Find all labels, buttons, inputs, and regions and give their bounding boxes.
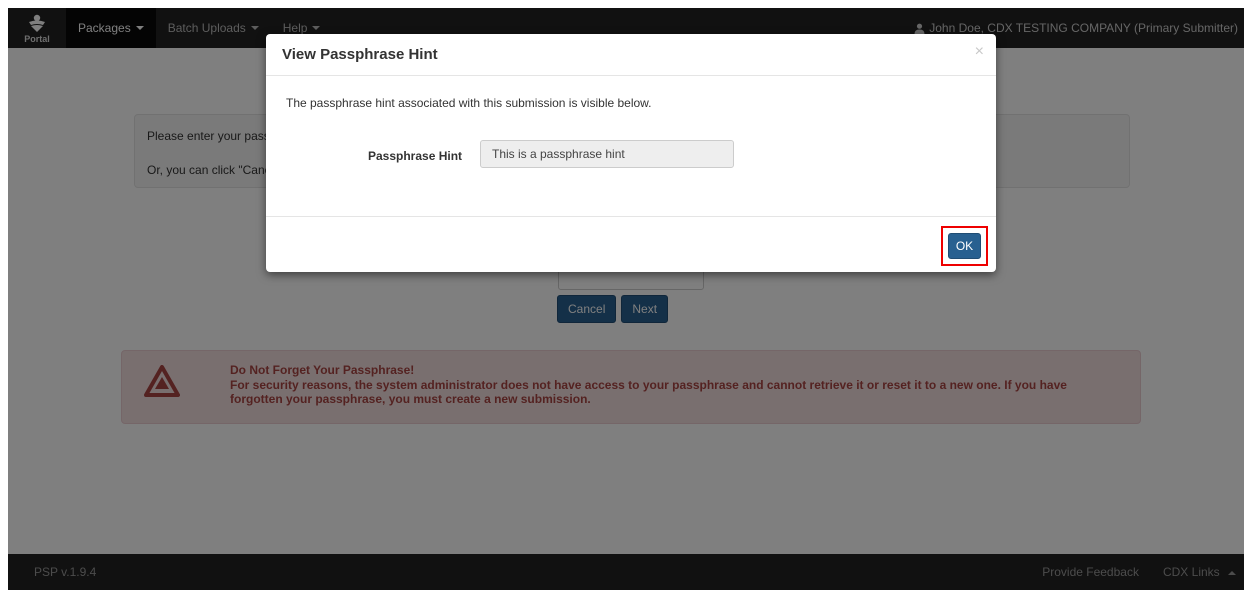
modal-footer: OK: [266, 216, 996, 272]
passphrase-hint-modal: View Passphrase Hint × The passphrase hi…: [266, 34, 996, 272]
modal-body: The passphrase hint associated with this…: [266, 76, 996, 216]
ok-button[interactable]: OK: [948, 233, 981, 259]
modal-description: The passphrase hint associated with this…: [286, 96, 652, 110]
passphrase-hint-label: Passphrase Hint: [368, 149, 463, 163]
ok-button-highlight: OK: [941, 226, 988, 266]
passphrase-hint-field: This is a passphrase hint: [480, 140, 734, 168]
modal-title: View Passphrase Hint: [282, 46, 438, 63]
app-frame: Portal Packages Batch Uploads Help John …: [8, 8, 1244, 590]
close-icon[interactable]: ×: [975, 44, 984, 60]
modal-header: View Passphrase Hint ×: [266, 34, 996, 76]
